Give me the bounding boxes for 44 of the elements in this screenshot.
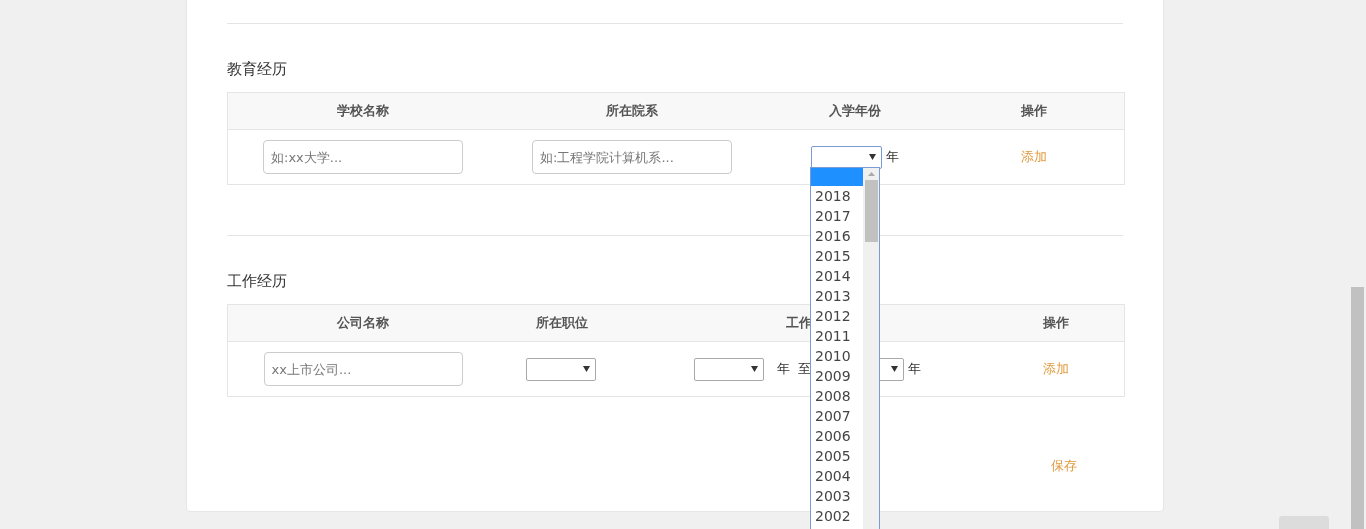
scroll-up-icon[interactable] [867,172,875,176]
column-header: 入学年份 [829,102,881,121]
section-title: 教育经历 [227,59,287,80]
option-item[interactable]: 2014 [811,266,863,286]
option-item[interactable]: 2008 [811,386,863,406]
option-item[interactable]: 2010 [811,346,863,366]
unit-label: 年 [908,360,921,379]
column-header: 所在职位 [536,314,588,333]
select-field[interactable] [694,357,764,381]
column-header: 学校名称 [337,102,389,121]
column-header: 操作 [1043,314,1069,333]
select-field[interactable] [811,145,882,169]
option-item[interactable]: 2016 [811,226,863,246]
column-header: 操作 [1021,102,1047,121]
caret-icon [751,366,758,372]
page-scrollbar-thumb[interactable] [1351,287,1364,529]
option-item[interactable]: 2006 [811,426,863,446]
select-field[interactable] [526,357,596,381]
option-item[interactable]: 2017 [811,206,863,226]
scroll-thumb[interactable] [864,180,878,242]
column-header: 公司名称 [337,314,389,333]
option-item[interactable]: 2007 [811,406,863,426]
option-item[interactable]: 2004 [811,466,863,486]
caret-icon [583,366,590,372]
option-item[interactable]: 2009 [811,366,863,386]
option-item[interactable]: 2018 [811,186,863,206]
option-item[interactable]: 2012 [811,306,863,326]
caret-icon [891,366,898,372]
school-input[interactable]: 如:xx大学... [263,140,463,174]
caret-icon [869,154,876,160]
unit-label: 年 [886,148,899,167]
section-title: 工作经历 [227,271,287,292]
column-header: 所在院系 [606,102,658,121]
option-item[interactable]: 2005 [811,446,863,466]
to-label: 至 [798,360,811,379]
scrollbar[interactable] [863,168,879,529]
department-input[interactable]: 如:工程学院计算机系... [532,140,732,174]
unit-label: 年 [777,360,790,379]
option-item[interactable]: 2013 [811,286,863,306]
company-input[interactable]: xx上市公司... [263,352,463,386]
option-item[interactable]: 2011 [811,326,863,346]
option-item[interactable]: 2002 [811,506,863,526]
option-item[interactable]: 2015 [811,246,863,266]
option-item[interactable]: 2003 [811,486,863,506]
